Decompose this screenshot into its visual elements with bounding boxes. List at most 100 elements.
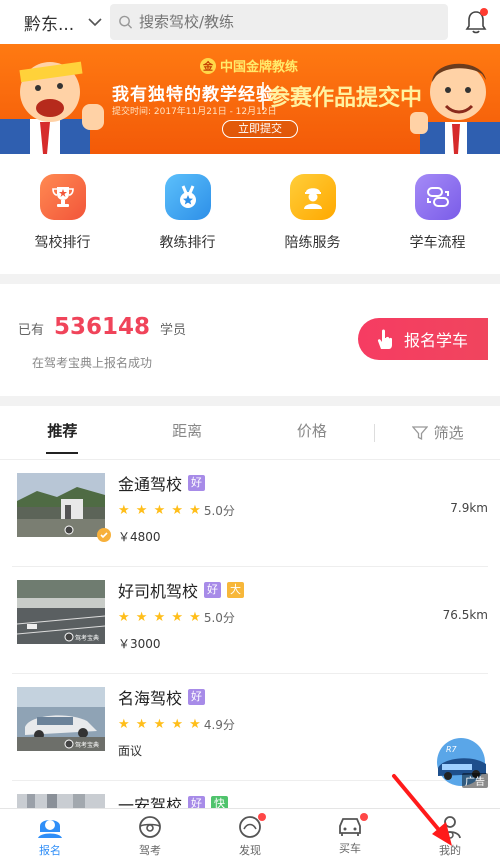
medal-icon: [164, 174, 211, 220]
quick-menu-accompany-service[interactable]: 陪练服务: [258, 174, 368, 274]
rating: ★ ★ ★ ★ ★ 5.0分: [118, 609, 235, 626]
tab-profile[interactable]: 我的: [400, 809, 500, 861]
search-icon: [119, 15, 133, 29]
school-name: 金通驾校: [118, 475, 183, 494]
tab-exam-label: 驾考: [139, 844, 161, 857]
tab-distance[interactable]: 距离: [125, 406, 250, 460]
badge-large: 大: [227, 582, 245, 598]
school-price: 面议: [118, 744, 143, 758]
quick-menu-label: 驾校排行: [34, 235, 91, 251]
tab-discover[interactable]: 发现: [200, 809, 300, 861]
quick-menu-label: 学车流程: [409, 235, 466, 251]
tab-buy-car[interactable]: 买车: [300, 809, 400, 861]
badge-good: 好: [188, 796, 206, 808]
search-input[interactable]: [138, 13, 440, 31]
enroll-button-label: 报名学车: [404, 331, 469, 350]
badge-good: 好: [188, 475, 206, 491]
filter-icon: [411, 426, 428, 441]
tab-price[interactable]: 价格: [250, 406, 375, 460]
rating-score: 5.0分: [203, 504, 235, 518]
notification-button[interactable]: [462, 8, 490, 36]
badge-fast: 快: [211, 796, 229, 808]
school-thumbnail: [17, 473, 105, 537]
tab-profile-label: 我的: [439, 844, 461, 857]
ad-label: 广告: [462, 773, 488, 788]
school-name: 好司机驾校: [118, 582, 199, 601]
left-mascot-illustration: [0, 61, 104, 154]
enroll-success-text: 在驾考宝典上报名成功: [32, 356, 153, 370]
quick-menu-learning-flow[interactable]: 学车流程: [383, 174, 493, 274]
school-name-line: 名海驾校 好: [118, 685, 206, 709]
badge-good: 好: [188, 689, 206, 705]
banner-submit-button[interactable]: 立即提交: [222, 120, 298, 138]
school-distance: 7.9km: [450, 501, 488, 515]
enroll-icon: [38, 820, 62, 838]
school-row[interactable]: 金通驾校 好 ★ ★ ★ ★ ★ 5.0分 ￥4800 7.9km: [12, 460, 488, 567]
star-icon: ★ ★ ★ ★ ★: [118, 717, 202, 732]
rating: ★ ★ ★ ★ ★ 5.0分: [118, 502, 235, 519]
school-name-line: 好司机驾校 好 大: [118, 578, 245, 602]
tab-enroll[interactable]: 报名: [0, 809, 100, 861]
flow-icon: [414, 174, 461, 220]
trophy-icon: [39, 174, 86, 220]
hand-tap-icon: [377, 329, 392, 349]
school-list: 金通驾校 好 ★ ★ ★ ★ ★ 5.0分 ￥4800 7.9km 驾考宝典 好…: [0, 460, 500, 808]
tab-recommend[interactable]: 推荐: [0, 406, 125, 460]
enroll-count: 536148: [54, 314, 151, 340]
banner-divider: [262, 82, 264, 110]
quick-menu-coach-ranking[interactable]: 教练排行: [133, 174, 243, 274]
school-price: ￥4800: [118, 530, 161, 544]
badge-good: 好: [204, 582, 222, 598]
discover-notification-dot: [258, 813, 266, 821]
chevron-down-icon: [88, 18, 102, 27]
tab-exam[interactable]: 驾考: [100, 809, 200, 861]
banner-title: 我有独特的教学经验: [112, 85, 274, 105]
school-thumbnail: 驾考宝典: [17, 687, 105, 751]
floating-ad[interactable]: R7 广告: [432, 738, 490, 790]
quick-menu: 驾校排行 教练排行 陪练服务 学车流程: [0, 154, 500, 274]
school-distance: 76.5km: [442, 608, 488, 622]
city-selector[interactable]: 黔东...: [24, 10, 110, 35]
app-root: 黔东... 搜索驾校/教练 金 中国金牌教练 我有独特的教学经验 提交时间: 2…: [0, 0, 500, 861]
star-icon: ★ ★ ★ ★ ★: [118, 503, 202, 518]
tab-filter[interactable]: 筛选: [375, 406, 500, 460]
school-row[interactable]: 驾考宝典 名海驾校 好 ★ ★ ★ ★ ★ 4.9分 面议: [12, 674, 488, 781]
star-icon: ★ ★ ★ ★ ★: [118, 610, 202, 625]
quick-menu-label: 教练排行: [159, 235, 216, 251]
promo-banner[interactable]: 金 中国金牌教练 我有独特的教学经验 提交时间: 2017年11月21日 - 1…: [0, 44, 500, 154]
thumbnail-watermark: 驾考宝典: [75, 634, 99, 642]
verified-icon: [97, 528, 111, 542]
filter-tabs: 推荐 距离 价格 筛选: [0, 406, 500, 460]
enroll-card: 已有 536148 学员 在驾考宝典上报名成功 报名学车: [0, 284, 500, 396]
school-row[interactable]: 一安驾校 好 快: [12, 781, 488, 808]
school-name: 一安驾校: [118, 796, 183, 808]
thumbnail-watermark: 驾考宝典: [75, 741, 99, 749]
banner-brand: 金 中国金牌教练: [200, 56, 298, 75]
right-mascot-illustration: [410, 63, 500, 154]
school-thumbnail: 驾考宝典: [17, 580, 105, 644]
banner-right-text: 参赛作品提交中: [268, 86, 423, 111]
school-price: ￥3000: [118, 637, 161, 651]
driver-icon: [289, 174, 336, 220]
rating-score: 4.9分: [203, 718, 235, 732]
school-row[interactable]: 驾考宝典 好司机驾校 好 大 ★ ★ ★ ★ ★ 5.0分 ￥3000 76.5…: [12, 567, 488, 674]
profile-icon: [439, 816, 461, 839]
school-thumbnail: [17, 794, 105, 808]
quick-menu-label: 陪练服务: [284, 235, 341, 251]
banner-brand-text: 中国金牌教练: [220, 60, 299, 75]
tab-discover-label: 发现: [239, 844, 261, 857]
tab-filter-label: 筛选: [433, 424, 464, 442]
gold-coin-icon: 金: [200, 57, 216, 74]
svg-text:R7: R7: [446, 745, 458, 754]
top-bar: 黔东...: [0, 0, 500, 44]
rating-score: 5.0分: [203, 611, 235, 625]
notification-dot: [480, 8, 488, 16]
tab-buy-car-label: 买车: [339, 842, 361, 855]
quick-menu-school-ranking[interactable]: 驾校排行: [8, 174, 118, 274]
enroll-prefix: 已有: [18, 323, 45, 338]
enroll-button[interactable]: 报名学车: [358, 318, 488, 360]
school-name-line: 金通驾校 好: [118, 471, 206, 495]
city-label: 黔东...: [24, 14, 75, 35]
search-box[interactable]: [110, 4, 448, 40]
buy-car-notification-dot: [360, 813, 368, 821]
